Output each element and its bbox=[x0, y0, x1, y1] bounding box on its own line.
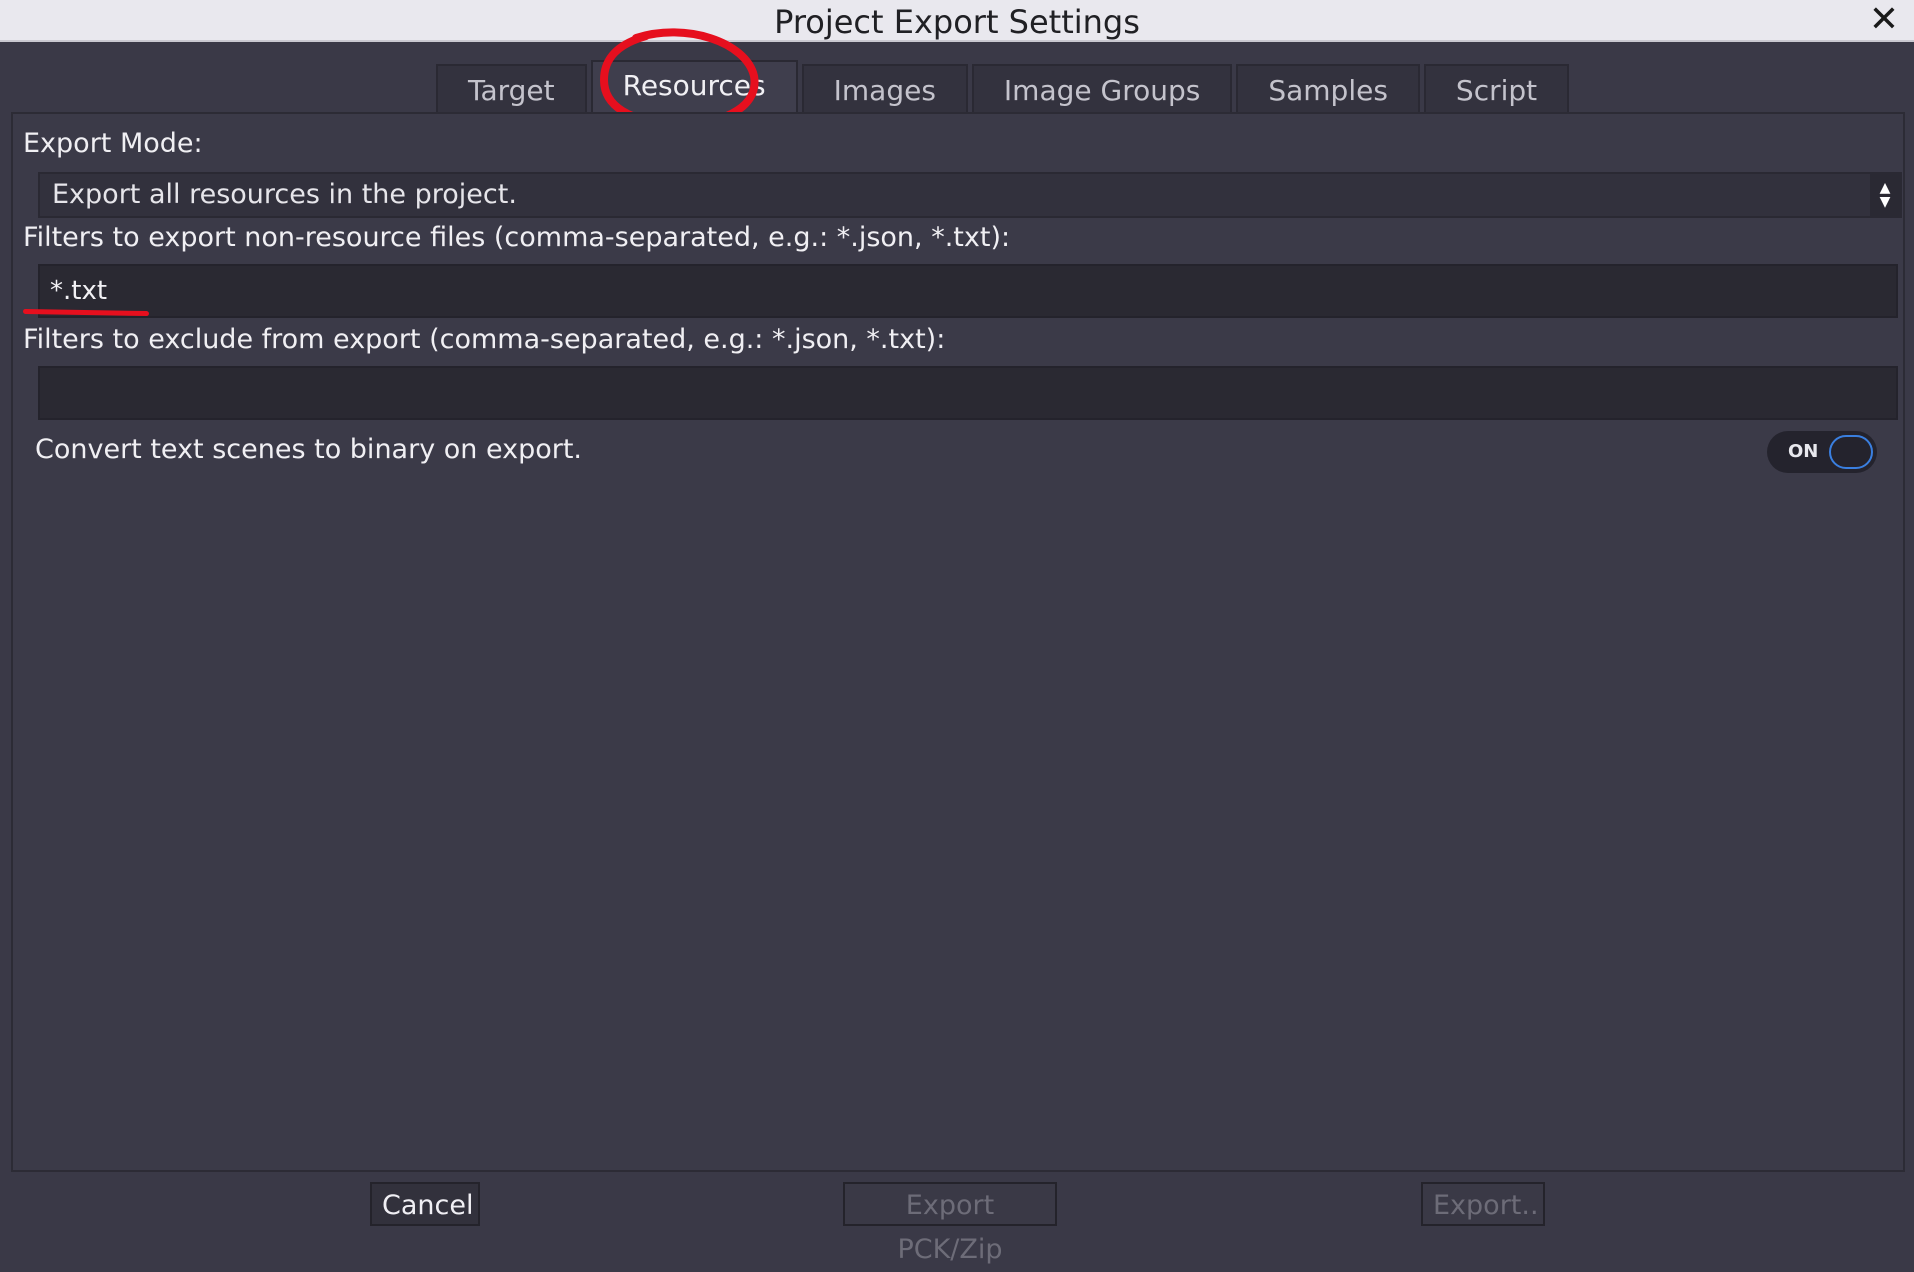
export-button[interactable]: Export.. bbox=[1421, 1182, 1545, 1226]
convert-scenes-label: Convert text scenes to binary on export. bbox=[35, 434, 583, 465]
cancel-button[interactable]: Cancel bbox=[370, 1182, 480, 1226]
select-arrows-icon: ▲ ▼ bbox=[1870, 174, 1900, 216]
tab-images[interactable]: Images bbox=[801, 64, 968, 112]
tab-target[interactable]: Target bbox=[436, 64, 587, 112]
close-icon[interactable]: ✕ bbox=[1866, 0, 1902, 40]
exclude-filters-field[interactable] bbox=[38, 366, 1898, 420]
tab-image-groups[interactable]: Image Groups bbox=[971, 64, 1233, 112]
export-mode-value: Export all resources in the project. bbox=[52, 179, 517, 210]
convert-scenes-toggle[interactable]: ON bbox=[1767, 431, 1877, 473]
include-filters-field[interactable] bbox=[38, 264, 1898, 318]
exclude-filters-label: Filters to exclude from export (comma-se… bbox=[23, 324, 946, 355]
tab-bar: Target Resources Images Image Groups Sam… bbox=[436, 60, 1573, 112]
toggle-knob bbox=[1829, 435, 1873, 469]
export-mode-label: Export Mode: bbox=[23, 128, 203, 159]
include-filters-label: Filters to export non-resource files (co… bbox=[23, 222, 1011, 253]
resources-panel: Export Mode: Export all resources in the… bbox=[11, 112, 1905, 1172]
export-pck-zip-button[interactable]: Export PCK/Zip bbox=[843, 1182, 1057, 1265]
title-bar: Project Export Settings ✕ bbox=[0, 0, 1914, 42]
tab-samples[interactable]: Samples bbox=[1236, 64, 1420, 112]
tab-resources[interactable]: Resources bbox=[590, 60, 798, 112]
include-filters-input[interactable] bbox=[40, 266, 1896, 316]
window-title: Project Export Settings bbox=[774, 3, 1140, 41]
tab-script[interactable]: Script bbox=[1423, 64, 1570, 112]
exclude-filters-input[interactable] bbox=[40, 368, 1896, 418]
export-mode-select[interactable]: Export all resources in the project. ▲ ▼ bbox=[38, 172, 1902, 218]
toggle-state-label: ON bbox=[1788, 441, 1819, 462]
